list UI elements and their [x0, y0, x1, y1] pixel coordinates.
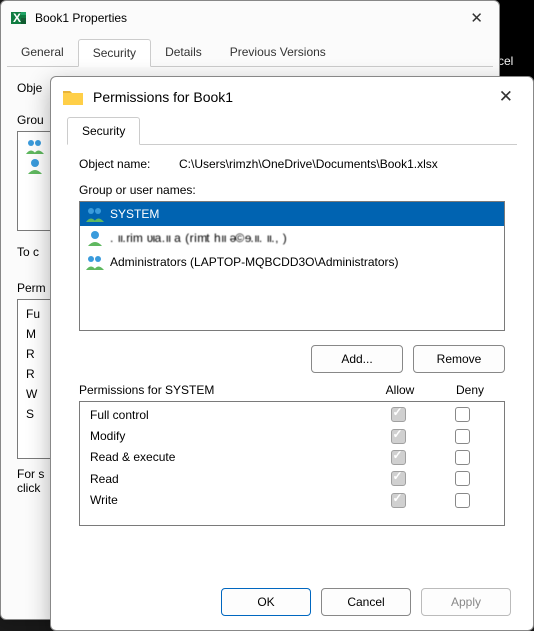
allow-checkbox[interactable]: [391, 493, 406, 508]
user-name: Administrators (LAPTOP-MQBCDD3O\Administ…: [110, 255, 399, 269]
permission-name: Read: [90, 472, 366, 486]
permission-name: Full control: [90, 408, 366, 422]
group-list-label: Group or user names:: [79, 183, 505, 197]
user-name-obscured: . ıı.rim ʋıa.ıı a (rimt hıı ə©ɘ.ıı. ıı.,…: [110, 231, 287, 245]
tab-details[interactable]: Details: [151, 39, 216, 66]
permissions-header: Permissions for SYSTEM Allow Deny: [79, 383, 505, 397]
close-icon[interactable]: ✕: [491, 85, 521, 109]
tab-security[interactable]: Security: [67, 117, 140, 145]
deny-column-header: Deny: [435, 383, 505, 397]
user-name: SYSTEM: [110, 207, 159, 221]
deny-checkbox[interactable]: [455, 407, 470, 422]
folder-icon: [63, 88, 83, 106]
close-icon[interactable]: ✕: [464, 7, 489, 29]
excel-icon: X: [11, 10, 27, 26]
permission-row: Write: [80, 489, 504, 510]
allow-checkbox[interactable]: [391, 429, 406, 444]
allow-column-header: Allow: [365, 383, 435, 397]
allow-checkbox[interactable]: [391, 450, 406, 465]
deny-checkbox[interactable]: [455, 450, 470, 465]
group-icon: [86, 254, 104, 270]
properties-title: Book1 Properties: [35, 11, 464, 25]
permissions-table[interactable]: Full control Modify Read & execute Read Writ…: [79, 401, 505, 526]
remove-button[interactable]: Remove: [413, 345, 505, 373]
object-name-value: C:\Users\rimzh\OneDrive\Documents\Book1.…: [179, 157, 505, 171]
tab-security[interactable]: Security: [78, 39, 151, 67]
permission-row: Read: [80, 468, 504, 489]
user-row-account[interactable]: . ıı.rim ʋıa.ıı a (rimt hıı ə©ɘ.ıı. ıı.,…: [80, 226, 504, 250]
permissions-dialog: Permissions for Book1 ✕ Security Object …: [50, 76, 534, 631]
permission-name: Write: [90, 493, 366, 507]
add-button[interactable]: Add...: [311, 345, 403, 373]
permission-name: Modify: [90, 429, 366, 443]
tab-general[interactable]: General: [7, 39, 78, 66]
user-row-administrators[interactable]: Administrators (LAPTOP-MQBCDD3O\Administ…: [80, 250, 504, 274]
permission-row: Modify: [80, 425, 504, 446]
user-icon: [86, 230, 104, 246]
group-icon: [86, 206, 104, 222]
permission-name: Read & execute: [90, 450, 366, 464]
apply-button[interactable]: Apply: [421, 588, 511, 616]
user-icon: [26, 158, 44, 174]
dialog-buttons: OK Cancel Apply: [221, 588, 511, 616]
cancel-button[interactable]: Cancel: [321, 588, 411, 616]
permission-row: Read & execute: [80, 447, 504, 468]
permissions-titlebar: Permissions for Book1 ✕: [51, 77, 533, 117]
user-list[interactable]: SYSTEM . ıı.rim ʋıa.ıı a (rimt hıı ə©ɘ.ı…: [79, 201, 505, 331]
allow-checkbox[interactable]: [391, 407, 406, 422]
allow-checkbox[interactable]: [391, 471, 406, 486]
permissions-tabs: Security: [67, 117, 517, 145]
tab-previous-versions[interactable]: Previous Versions: [216, 39, 340, 66]
permissions-body: Object name: C:\Users\rimzh\OneDrive\Doc…: [51, 145, 533, 534]
properties-tabs: General Security Details Previous Versio…: [7, 39, 493, 67]
user-buttons-row: Add... Remove: [79, 345, 505, 373]
permissions-for-label: Permissions for SYSTEM: [79, 383, 365, 397]
object-name-row: Object name: C:\Users\rimzh\OneDrive\Doc…: [79, 157, 505, 171]
deny-checkbox[interactable]: [455, 493, 470, 508]
permissions-title: Permissions for Book1: [93, 89, 491, 105]
object-name-label: Object name:: [79, 157, 179, 171]
group-icon: [26, 138, 44, 154]
permission-row: Full control: [80, 404, 504, 425]
ok-button[interactable]: OK: [221, 588, 311, 616]
deny-checkbox[interactable]: [455, 471, 470, 486]
svg-text:X: X: [13, 11, 21, 25]
deny-checkbox[interactable]: [455, 429, 470, 444]
properties-titlebar: X Book1 Properties ✕: [1, 1, 499, 35]
user-row-system[interactable]: SYSTEM: [80, 202, 504, 226]
